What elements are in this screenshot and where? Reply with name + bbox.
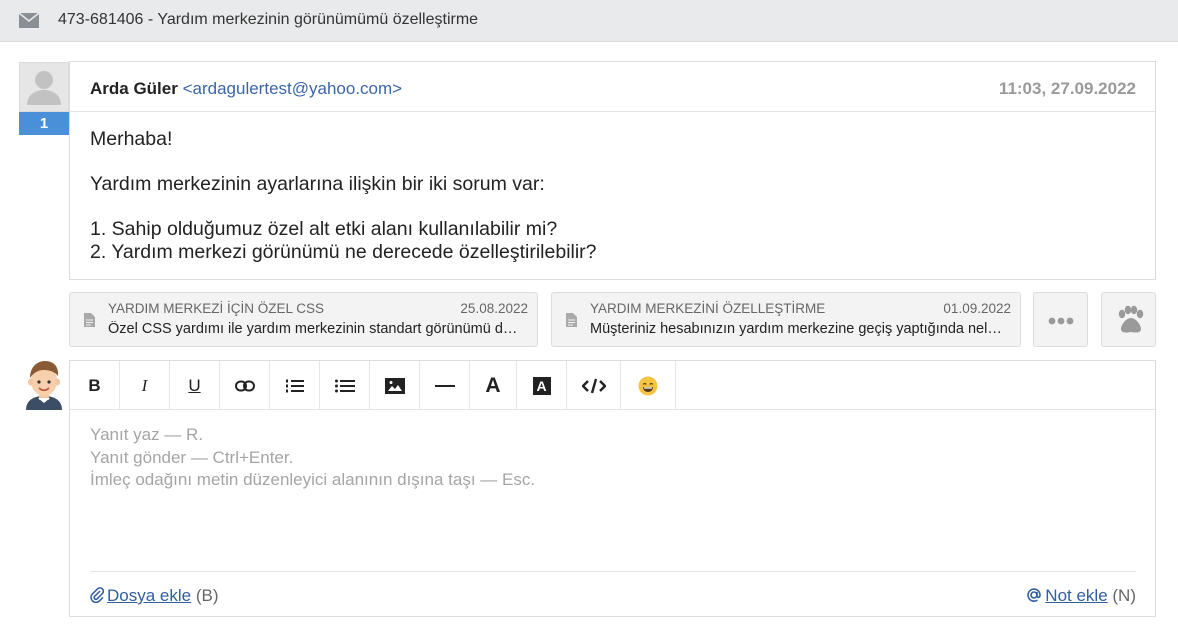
background-color-button[interactable]: A <box>517 361 567 410</box>
paw-icon <box>1118 305 1144 333</box>
message-header: Arda Güler <ardagulertest@yahoo.com> 11:… <box>70 62 1155 112</box>
suggestion-text: Müşteriniz hesabınızın yardım merkezine … <box>590 321 1006 337</box>
attach-file-link[interactable]: Dosya ekle <box>107 586 191 605</box>
font-size-label: A <box>485 373 501 397</box>
document-icon <box>566 313 577 327</box>
user-avatar <box>19 62 69 112</box>
sender-name: Arda Güler <box>90 79 178 98</box>
ticket-header: 473-681406 - Yardım merkezinin görünümüm… <box>0 0 1178 42</box>
attach-file: Dosya ekle (B) <box>90 586 219 606</box>
message-number: 1 <box>19 112 69 135</box>
underline-button[interactable]: U <box>170 361 220 410</box>
sender: Arda Güler <ardagulertest@yahoo.com> <box>90 79 402 99</box>
ordered-list-icon <box>285 379 304 392</box>
message-body: Merhaba! Yardım merkezinin ayarlarına il… <box>90 128 597 264</box>
suggestion-date: 01.09.2022 <box>943 301 1011 316</box>
suggestion-text: Özel CSS yardımı ile yardım merkezinin s… <box>108 321 523 337</box>
code-icon <box>581 378 606 393</box>
attach-hotkey: (B) <box>191 586 219 605</box>
paperclip-icon <box>90 587 104 603</box>
more-suggestions-button[interactable] <box>1033 292 1088 347</box>
add-note-link[interactable]: Not ekle <box>1045 586 1107 605</box>
reply-editor: B I U A A Yanıt yaz — R. Yanıt gönder — … <box>69 360 1156 617</box>
hint-reply: Yanıt yaz — R. <box>90 425 204 444</box>
underline-label: U <box>188 375 201 395</box>
suggestion-title: YARDIM MERKEZİ İÇİN ÖZEL CSS <box>108 301 325 316</box>
horizontal-rule-button[interactable] <box>420 361 470 410</box>
message-card: Arda Güler <ardagulertest@yahoo.com> 11:… <box>69 61 1156 280</box>
suggested-article[interactable]: YARDIM MERKEZİ İÇİN ÖZEL CSS 25.08.2022 … <box>69 292 538 347</box>
body-question-2: 2. Yardım merkezi görünümü ne derecede ö… <box>90 241 597 263</box>
body-question-1: 1. Sahip olduğumuz özel alt etki alanı k… <box>90 218 558 240</box>
suggested-article[interactable]: YARDIM MERKEZİNİ ÖZELLEŞTİRME 01.09.2022… <box>551 292 1021 347</box>
emoji-button[interactable] <box>621 361 676 410</box>
italic-label: I <box>141 375 148 395</box>
hint-send: Yanıt gönder — Ctrl+Enter. <box>90 447 294 467</box>
agent-avatar <box>26 361 62 410</box>
user-placeholder-icon <box>27 71 61 105</box>
hint-escape: İmleç odağını metin düzenleyici alanının… <box>90 470 536 489</box>
bullet-list-button[interactable] <box>320 361 370 410</box>
font-size-button[interactable]: A <box>470 361 517 410</box>
code-button[interactable] <box>567 361 621 410</box>
horizontal-rule-icon <box>434 384 455 387</box>
envelope-icon <box>18 12 40 28</box>
message-date: 11:03, 27.09.2022 <box>998 79 1136 98</box>
image-button[interactable] <box>370 361 420 410</box>
background-color-label: A <box>532 376 551 395</box>
document-icon <box>84 313 95 327</box>
suggestion-title: YARDIM MERKEZİNİ ÖZELLEŞTİRME <box>590 301 826 316</box>
note-hotkey: (N) <box>1107 586 1136 605</box>
body-greeting: Merhaba! <box>90 128 173 150</box>
sender-email[interactable]: <ardagulertest@yahoo.com> <box>183 79 403 98</box>
editor-footer-divider <box>90 571 1136 572</box>
link-button[interactable] <box>220 361 270 410</box>
at-icon <box>1027 588 1042 602</box>
ordered-list-button[interactable] <box>270 361 320 410</box>
paw-button[interactable] <box>1101 292 1156 347</box>
ticket-title: 473-681406 - Yardım merkezinin görünümüm… <box>58 11 479 28</box>
suggestion-date: 25.08.2022 <box>460 301 528 316</box>
editor-placeholder[interactable]: Yanıt yaz — R. Yanıt gönder — Ctrl+Enter… <box>90 424 535 492</box>
bold-label: B <box>88 375 101 395</box>
add-note: Not ekle (N) <box>1026 586 1136 606</box>
italic-button[interactable]: I <box>120 361 170 410</box>
image-icon <box>384 377 405 394</box>
more-icon <box>1048 317 1074 325</box>
link-icon <box>234 380 255 391</box>
bold-button[interactable]: B <box>70 361 120 410</box>
body-intro: Yardım merkezinin ayarlarına ilişkin bir… <box>90 173 545 195</box>
emoji-icon <box>638 376 658 395</box>
bullet-list-icon <box>334 379 355 392</box>
editor-toolbar: B I U A A <box>70 361 1155 410</box>
